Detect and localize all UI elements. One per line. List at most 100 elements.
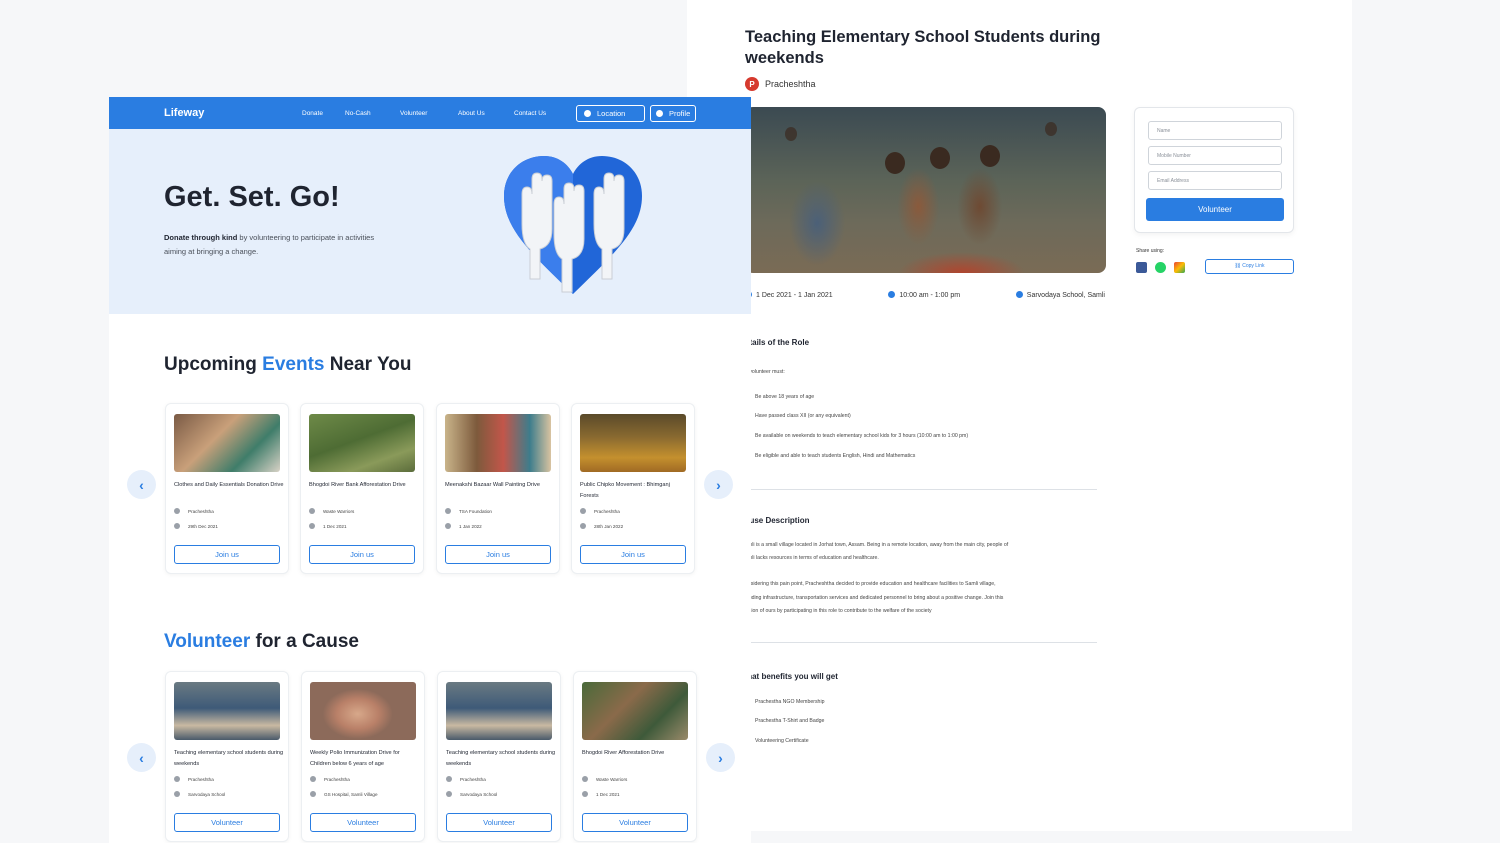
cause-text: ission of ours by participating in this …	[745, 608, 932, 614]
event-card[interactable]: Bhogdoi River Bank Afforestation Drive W…	[300, 403, 424, 574]
requirement-item: Be eligible and able to teach students E…	[755, 453, 916, 459]
cause-card[interactable]: Teaching elementary school students duri…	[165, 671, 289, 842]
requirement-item: Be above 18 years of age	[755, 394, 815, 400]
event-org: Waste Warriors	[323, 508, 355, 514]
cause-card[interactable]: Bhogdoi River Afforestation Drive Waste …	[573, 671, 697, 842]
top-navbar: Lifeway Donate No-Cash Volunteer About U…	[109, 97, 751, 129]
event-image	[580, 414, 686, 472]
copy-link-button[interactable]: ⛓ Copy Link	[1205, 259, 1294, 274]
mobile-number-field[interactable]: Mobile Number	[1148, 146, 1282, 165]
cause-place: Sarvodaya School	[460, 791, 498, 797]
event-card[interactable]: Public Chipko Movement : Bhimganj Forest…	[571, 403, 695, 574]
event-image	[445, 414, 551, 472]
divider	[745, 489, 1097, 490]
requirement-item: Have passed class XII (or any equivalent…	[755, 413, 851, 419]
causes-section-title: Volunteer for a Cause	[164, 631, 359, 652]
organizer-name: Pracheshtha	[765, 79, 816, 89]
org-icon	[309, 508, 315, 514]
volunteer-submit-button[interactable]: Volunteer	[1146, 198, 1284, 221]
nav-about-us[interactable]: About Us	[458, 110, 485, 117]
events-next-button[interactable]: ›	[704, 470, 733, 499]
join-us-button[interactable]: Join us	[309, 545, 415, 564]
event-title: Clothes and Daily Essentials Donation Dr…	[174, 482, 284, 488]
time-info: 10:00 am - 1:00 pm	[888, 291, 960, 299]
org-icon	[582, 776, 588, 782]
whatsapp-icon[interactable]	[1155, 262, 1166, 273]
cause-image	[582, 682, 688, 740]
user-icon	[656, 110, 663, 117]
volunteer-button[interactable]: Volunteer	[310, 813, 416, 832]
volunteer-button[interactable]: Volunteer	[446, 813, 552, 832]
divider	[745, 642, 1097, 643]
hero-banner: Get. Set. Go! Donate through kind by vol…	[109, 129, 751, 314]
location-pin-icon	[584, 110, 591, 117]
location-button[interactable]: Location	[576, 105, 645, 122]
nav-no-cash[interactable]: No-Cash	[345, 110, 371, 117]
nav-volunteer[interactable]: Volunteer	[400, 110, 427, 117]
org-icon	[174, 508, 180, 514]
hero-title: Get. Set. Go!	[164, 181, 340, 213]
organizer[interactable]: P Pracheshtha	[745, 77, 816, 91]
join-us-button[interactable]: Join us	[445, 545, 551, 564]
join-us-button[interactable]: Join us	[174, 545, 280, 564]
landing-page: Lifeway Donate No-Cash Volunteer About U…	[109, 97, 751, 843]
logo[interactable]: Lifeway	[164, 107, 204, 119]
benefit-item: Prachestha NGO Membership	[755, 699, 825, 705]
org-icon	[446, 776, 452, 782]
nav-donate[interactable]: Donate	[302, 110, 323, 117]
cause-org: Waste Warriors	[596, 776, 628, 782]
role-details-heading: etails of the Role	[745, 338, 810, 347]
organizer-logo-icon: P	[745, 77, 759, 91]
benefit-item: Prachestha T-Shirt and Badge	[755, 718, 825, 724]
calendar-icon	[445, 523, 451, 529]
facebook-icon[interactable]	[1136, 262, 1147, 273]
chevron-right-icon: ›	[716, 476, 721, 493]
join-us-button[interactable]: Join us	[580, 545, 686, 564]
role-title: Teaching Elementary School Students duri…	[745, 28, 1101, 67]
events-section-title: Upcoming Events Near You	[164, 354, 412, 375]
gmail-icon[interactable]	[1174, 262, 1185, 273]
cause-text: amli lacks resources in terms of educati…	[745, 555, 879, 561]
causes-prev-button[interactable]: ‹	[127, 743, 156, 772]
volunteer-button[interactable]: Volunteer	[174, 813, 280, 832]
cause-description-heading: ause Description	[745, 516, 810, 525]
org-icon	[580, 508, 586, 514]
name-field[interactable]: Name	[1148, 121, 1282, 140]
date-info: 1 Dec 2021 - 1 Jan 2021	[745, 291, 833, 299]
cause-org: Pracheshtha	[460, 776, 486, 782]
cause-card[interactable]: Weekly Polio Immunization Drive for Chil…	[301, 671, 425, 842]
event-card[interactable]: Clothes and Daily Essentials Donation Dr…	[165, 403, 289, 574]
chevron-right-icon: ›	[718, 749, 723, 766]
events-prev-button[interactable]: ‹	[127, 470, 156, 499]
volunteer-form: Name Mobile Number Email Address Volunte…	[1134, 107, 1294, 233]
heart-hands-illustration	[502, 154, 644, 299]
location-info: Sarvodaya School, Samli	[1015, 291, 1105, 299]
chevron-left-icon: ‹	[139, 476, 144, 493]
chevron-left-icon: ‹	[139, 749, 144, 766]
clock-icon	[888, 291, 896, 298]
cause-text: onsidering this pain point, Pracheshtha …	[745, 581, 996, 587]
cause-image	[446, 682, 552, 740]
profile-button[interactable]: Profile	[650, 105, 696, 122]
cause-title: Teaching elementary school students duri…	[174, 750, 284, 767]
location-pin-icon	[446, 791, 452, 797]
benefit-item: Volunteering Certificate	[755, 738, 809, 744]
hero-subtitle: Donate through kind by volunteering to p…	[164, 233, 375, 256]
cause-text: amli is a small village located in Jorha…	[745, 542, 1009, 548]
event-date: 28th Jan 2022	[594, 523, 624, 529]
role-intro: e volunteer must:	[745, 369, 785, 375]
event-card[interactable]: Meenakshi Bazaar Wall Painting Drive TSA…	[436, 403, 560, 574]
volunteer-button[interactable]: Volunteer	[582, 813, 688, 832]
event-image	[309, 414, 415, 472]
requirement-item: Be available on weekends to teach elemen…	[755, 433, 969, 439]
cause-place: Sarvodaya School	[188, 791, 226, 797]
event-date: 1 Dec 2021	[323, 523, 347, 529]
calendar-icon	[580, 523, 586, 529]
nav-contact-us[interactable]: Contact Us	[514, 110, 546, 117]
calendar-icon	[309, 523, 315, 529]
event-org: Pracheshtha	[594, 508, 620, 514]
cause-org: Pracheshtha	[324, 776, 350, 782]
cause-card[interactable]: Teaching elementary school students duri…	[437, 671, 561, 842]
email-field[interactable]: Email Address	[1148, 171, 1282, 190]
causes-next-button[interactable]: ›	[706, 743, 735, 772]
